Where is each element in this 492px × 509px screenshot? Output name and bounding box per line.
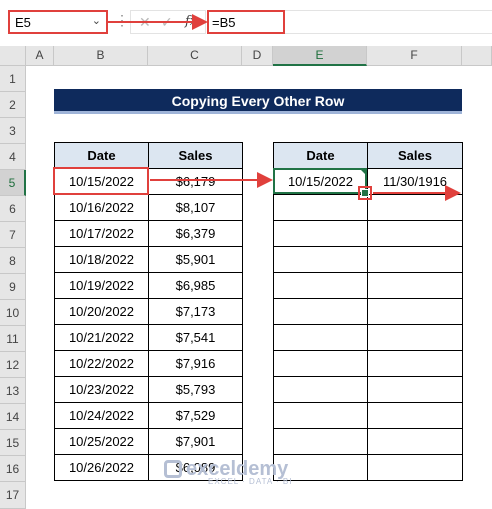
annotation-arrows <box>108 14 461 201</box>
